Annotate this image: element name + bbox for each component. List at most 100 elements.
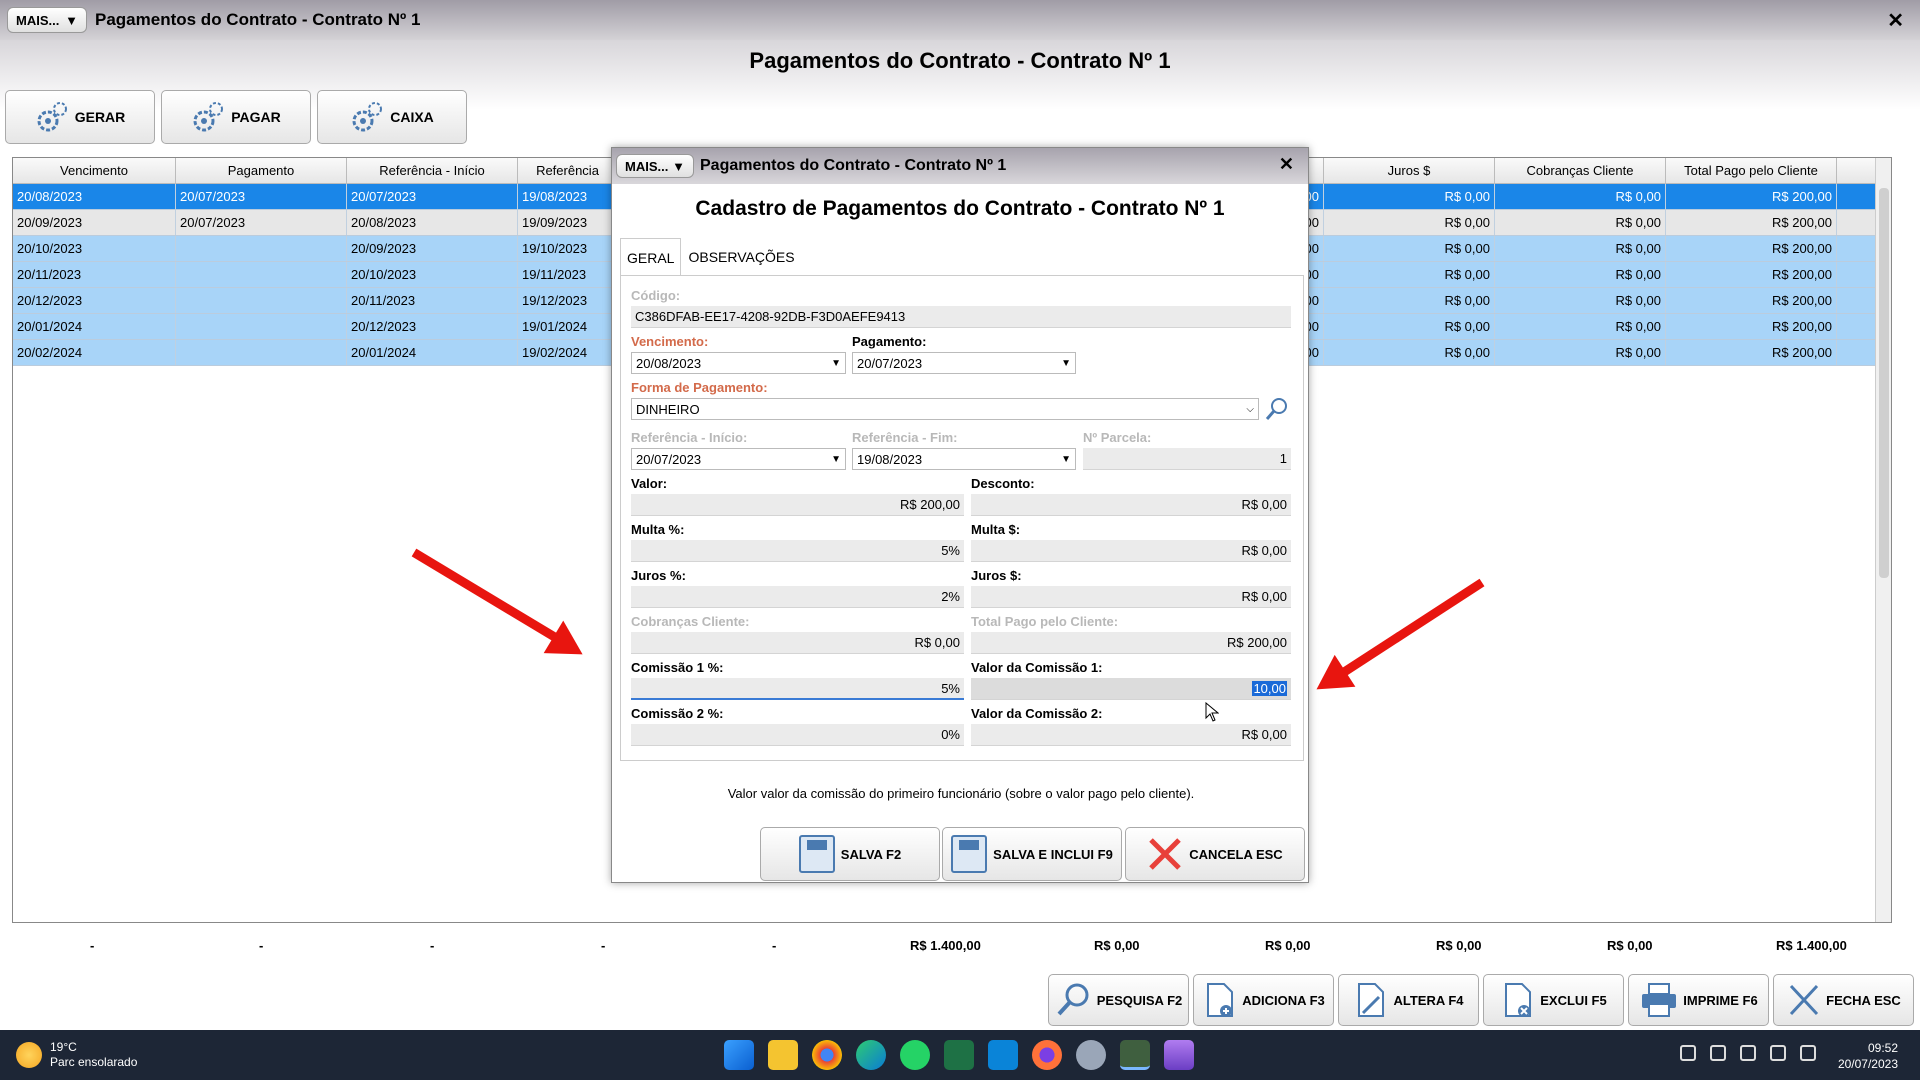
- table-cell: 20/11/2023: [13, 262, 176, 287]
- multa-val-field[interactable]: R$ 0,00: [971, 540, 1291, 562]
- col-cobrancas[interactable]: Cobranças Cliente: [1495, 158, 1666, 183]
- valor-field[interactable]: R$ 200,00: [631, 494, 964, 516]
- dialog-close-icon[interactable]: ✕: [1279, 154, 1294, 175]
- salva-button[interactable]: SALVA F2: [760, 827, 940, 881]
- gerar-button[interactable]: GERAR: [5, 90, 155, 144]
- printer-icon: [1642, 983, 1677, 1017]
- multa-pct-field[interactable]: 5%: [631, 540, 964, 562]
- gear-icon: [193, 102, 224, 132]
- edge-icon[interactable]: [856, 1040, 886, 1070]
- imprime-button[interactable]: IMPRIME F6: [1628, 974, 1769, 1026]
- chevron-down-icon[interactable]: ▼: [1061, 454, 1071, 465]
- dialog-title: Pagamentos do Contrato - Contrato Nº 1: [700, 157, 1007, 174]
- tray-cloud-icon[interactable]: [1740, 1045, 1756, 1061]
- caixa-button[interactable]: CAIXA: [317, 90, 467, 144]
- table-cell: 19/11/2023: [518, 262, 618, 287]
- pesquisa-button[interactable]: PESQUISA F2: [1048, 974, 1189, 1026]
- excel-icon[interactable]: [944, 1040, 974, 1070]
- total-cell: -: [259, 938, 264, 953]
- table-cell: 19/08/2023: [518, 184, 618, 209]
- mais-menu-button[interactable]: MAIS... ▼: [7, 7, 87, 33]
- col-juros[interactable]: Juros $: [1324, 158, 1495, 183]
- table-cell: 20/01/2024: [13, 314, 176, 339]
- chevron-down-icon[interactable]: ⌵: [1246, 404, 1254, 415]
- chrome-icon[interactable]: [812, 1040, 842, 1070]
- exclui-label: EXCLUI F5: [1540, 992, 1607, 1008]
- tray-defender-icon[interactable]: [1710, 1045, 1726, 1061]
- table-cell: 20/09/2023: [13, 210, 176, 235]
- table-cell: R$ 200,00: [1666, 210, 1837, 235]
- chevron-down-icon[interactable]: ▼: [831, 358, 841, 369]
- comissao2-val-field[interactable]: R$ 0,00: [971, 724, 1291, 746]
- pagar-button[interactable]: PAGAR: [161, 90, 311, 144]
- pagamento-datepicker[interactable]: 20/07/2023 ▼: [852, 352, 1076, 374]
- altera-button[interactable]: ALTERA F4: [1338, 974, 1479, 1026]
- settings-gear-icon[interactable]: [1076, 1040, 1106, 1070]
- clock[interactable]: 09:52 20/07/2023: [1838, 1040, 1898, 1072]
- tab-geral[interactable]: GERAL: [620, 238, 682, 276]
- weather-sun-icon: [16, 1042, 42, 1068]
- forma-pagamento-select[interactable]: DINHEIRO ⌵: [631, 398, 1259, 420]
- col-pagamento[interactable]: Pagamento: [176, 158, 347, 183]
- search-icon[interactable]: [1265, 397, 1289, 421]
- table-cell: R$ 0,00: [1495, 210, 1666, 235]
- comissao2-pct-field[interactable]: 0%: [631, 724, 964, 746]
- table-cell: R$ 200,00: [1666, 314, 1837, 339]
- salva-label: SALVA F2: [840, 846, 902, 862]
- taskbar: 19°C Parc ensolarado 09:52 20/07/2023: [0, 1030, 1920, 1080]
- tray-usb-icon[interactable]: [1680, 1045, 1696, 1061]
- comissao1-pct-field[interactable]: 5%: [631, 678, 964, 700]
- app-active-icon[interactable]: [1120, 1040, 1150, 1070]
- dialog-mais-label: MAIS...: [625, 158, 669, 174]
- codigo-field[interactable]: C386DFAB-EE17-4208-92DB-F3D0AEFE9413: [631, 306, 1291, 328]
- tray-network-icon[interactable]: [1770, 1045, 1786, 1061]
- fecha-button[interactable]: FECHA ESC: [1773, 974, 1914, 1026]
- table-cell: 19/12/2023: [518, 288, 618, 313]
- chevron-down-icon[interactable]: ▼: [831, 454, 841, 465]
- cancela-button[interactable]: CANCELA ESC: [1125, 827, 1305, 881]
- windows-start-icon[interactable]: [724, 1040, 754, 1070]
- file-explorer-icon[interactable]: [768, 1040, 798, 1070]
- tab-observacoes[interactable]: OBSERVAÇÕES: [681, 238, 801, 276]
- desconto-field[interactable]: R$ 0,00: [971, 494, 1291, 516]
- col-vencimento[interactable]: Vencimento: [13, 158, 176, 183]
- cobrancas-field[interactable]: R$ 0,00: [631, 632, 964, 654]
- table-cell: [176, 314, 347, 339]
- total-pago-field[interactable]: R$ 200,00: [971, 632, 1291, 654]
- juros-val-field[interactable]: R$ 0,00: [971, 586, 1291, 608]
- ref-inicio-datepicker[interactable]: 20/07/2023 ▼: [631, 448, 846, 470]
- col-total-pago[interactable]: Total Pago pelo Cliente: [1666, 158, 1837, 183]
- firefox-icon[interactable]: [1032, 1040, 1062, 1070]
- outlook-icon[interactable]: [988, 1040, 1018, 1070]
- juros-pct-field[interactable]: 2%: [631, 586, 964, 608]
- grid-scrollbar[interactable]: [1875, 158, 1891, 922]
- juros-pct-label: Juros %:: [631, 568, 686, 583]
- comissao1-val-field[interactable]: 10,00: [971, 678, 1291, 700]
- adiciona-button[interactable]: ADICIONA F3: [1193, 974, 1334, 1026]
- exclui-button[interactable]: EXCLUI F5: [1483, 974, 1624, 1026]
- vencimento-datepicker[interactable]: 20/08/2023 ▼: [631, 352, 846, 374]
- ref-fim-value: 19/08/2023: [857, 451, 923, 467]
- close-icon[interactable]: ✕: [1887, 8, 1904, 33]
- ref-fim-datepicker[interactable]: 19/08/2023 ▼: [852, 448, 1076, 470]
- table-cell: 20/10/2023: [347, 262, 518, 287]
- app-purple-icon[interactable]: [1164, 1040, 1194, 1070]
- col-referencia[interactable]: Referência: [518, 158, 618, 183]
- dialog-tabs: GERAL OBSERVAÇÕES: [620, 238, 802, 276]
- col-ref-inicio[interactable]: Referência - Início: [347, 158, 518, 183]
- table-cell: R$ 200,00: [1666, 288, 1837, 313]
- scroll-thumb[interactable]: [1879, 188, 1889, 578]
- whatsapp-icon[interactable]: [900, 1040, 930, 1070]
- table-cell: 20/12/2023: [347, 314, 518, 339]
- chevron-down-icon[interactable]: ▼: [1061, 358, 1071, 369]
- table-cell: R$ 0,00: [1495, 340, 1666, 365]
- table-cell: 20/10/2023: [13, 236, 176, 261]
- dialog-mais-button[interactable]: MAIS... ▼: [616, 154, 694, 178]
- parcela-field[interactable]: 1: [1083, 448, 1291, 470]
- payment-dialog: MAIS... ▼ Pagamentos do Contrato - Contr…: [611, 147, 1309, 883]
- tray-volume-icon[interactable]: [1800, 1045, 1816, 1061]
- weather-widget[interactable]: 19°C Parc ensolarado: [16, 1040, 137, 1070]
- salva-inclui-button[interactable]: SALVA E INCLUI F9: [942, 827, 1122, 881]
- table-cell: R$ 0,00: [1495, 184, 1666, 209]
- table-cell: 19/10/2023: [518, 236, 618, 261]
